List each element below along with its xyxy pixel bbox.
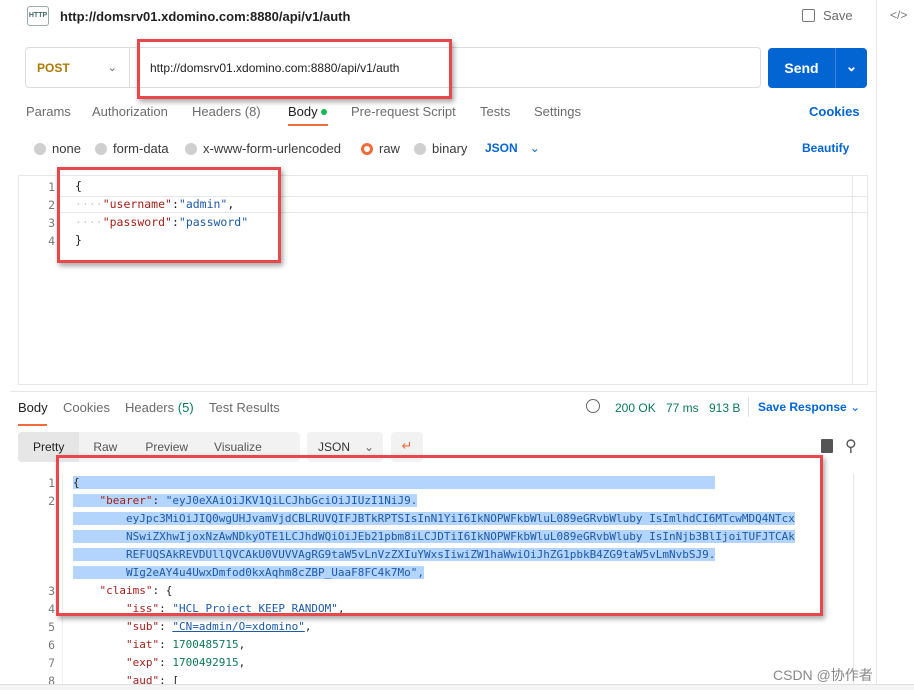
- response-format-select[interactable]: JSON ⌄: [307, 432, 383, 462]
- tab-settings[interactable]: Settings: [534, 104, 581, 119]
- radio-none[interactable]: none: [34, 141, 81, 156]
- tab-body[interactable]: Body: [288, 104, 318, 119]
- response-tab-body[interactable]: Body: [18, 400, 48, 415]
- response-scrollbar[interactable]: [853, 474, 867, 684]
- method-select[interactable]: POST ⌄: [26, 48, 130, 87]
- code-snippet-icon[interactable]: </>: [890, 8, 907, 22]
- save-label: Save: [823, 8, 853, 23]
- line-number: 5: [48, 620, 55, 634]
- save-response-button[interactable]: Save Response ⌄: [758, 400, 860, 414]
- line-number: 4: [48, 602, 55, 616]
- view-tab-pretty[interactable]: Pretty: [18, 432, 80, 462]
- cookies-link[interactable]: Cookies: [809, 104, 860, 119]
- view-tab-preview[interactable]: Preview: [131, 440, 202, 454]
- save-button[interactable]: Save: [802, 8, 853, 23]
- beautify-link[interactable]: Beautify: [802, 141, 849, 155]
- radio-binary[interactable]: binary: [414, 141, 467, 156]
- tab-tests[interactable]: Tests: [480, 104, 510, 119]
- url-input[interactable]: http://domsrv01.xdomino.com:8880/api/v1/…: [150, 61, 399, 75]
- radio-x-www-form-urlencoded[interactable]: x-www-form-urlencoded: [185, 141, 341, 156]
- status-code[interactable]: 200 OK: [615, 401, 656, 415]
- request-json: { ····"username":"admin", ····"password"…: [75, 179, 249, 247]
- active-tab-underline: [18, 424, 47, 426]
- tab-authorization[interactable]: Authorization: [92, 104, 168, 119]
- method-label: POST: [37, 60, 70, 75]
- response-tab-headers[interactable]: Headers (5): [125, 400, 194, 415]
- view-tab-raw[interactable]: Raw: [79, 440, 131, 454]
- send-button[interactable]: Send ⌄: [768, 48, 867, 88]
- response-size[interactable]: 913 B: [709, 401, 740, 415]
- line-number: 2: [48, 494, 55, 508]
- divider: [748, 397, 749, 417]
- line-number: 7: [48, 656, 55, 670]
- chevron-down-icon: ⌄: [107, 62, 117, 74]
- line-number: 3: [48, 584, 55, 598]
- line-number: 4: [48, 234, 55, 248]
- view-tab-visualize[interactable]: Visualize: [202, 440, 274, 454]
- response-json[interactable]: { "bearer": "eyJ0eXAiOiJKV1QiLCJhbGciOiJ…: [73, 474, 795, 690]
- tab-pre-request-script[interactable]: Pre-request Script: [351, 104, 456, 119]
- watermark: CSDN @协作者: [773, 667, 873, 683]
- request-title[interactable]: http://domsrv01.xdomino.com:8880/api/v1/…: [60, 9, 350, 24]
- response-time[interactable]: 77 ms: [666, 401, 699, 415]
- globe-icon[interactable]: [586, 399, 600, 413]
- send-label: Send: [784, 60, 819, 76]
- active-tab-underline: [288, 124, 328, 126]
- line-number: 1: [48, 476, 55, 490]
- copy-icon[interactable]: [821, 439, 833, 453]
- response-tab-test-results[interactable]: Test Results: [209, 400, 280, 415]
- line-number: 2: [48, 198, 55, 212]
- view-mode-tabs: Pretty Raw Preview Visualize: [18, 432, 300, 462]
- side-divider: [876, 0, 877, 690]
- save-icon: [802, 9, 815, 22]
- tab-headers[interactable]: Headers (8): [192, 104, 261, 119]
- radio-form-data[interactable]: form-data: [95, 141, 169, 156]
- body-indicator-dot: [321, 109, 327, 115]
- line-number: 6: [48, 638, 55, 652]
- search-icon[interactable]: ⚲: [845, 436, 857, 456]
- response-tab-cookies[interactable]: Cookies: [63, 400, 110, 415]
- format-select[interactable]: JSON ⌄: [485, 141, 540, 155]
- line-number: 1: [48, 180, 55, 194]
- gutter-divider: [62, 474, 63, 684]
- radio-raw[interactable]: raw: [361, 141, 400, 156]
- tab-params[interactable]: Params: [26, 104, 71, 119]
- wrap-lines-icon[interactable]: ↵: [391, 432, 423, 462]
- divider: [10, 391, 876, 392]
- send-options-chevron-icon[interactable]: ⌄: [835, 48, 867, 88]
- http-request-icon: HTTP: [27, 6, 49, 26]
- line-number: 3: [48, 216, 55, 230]
